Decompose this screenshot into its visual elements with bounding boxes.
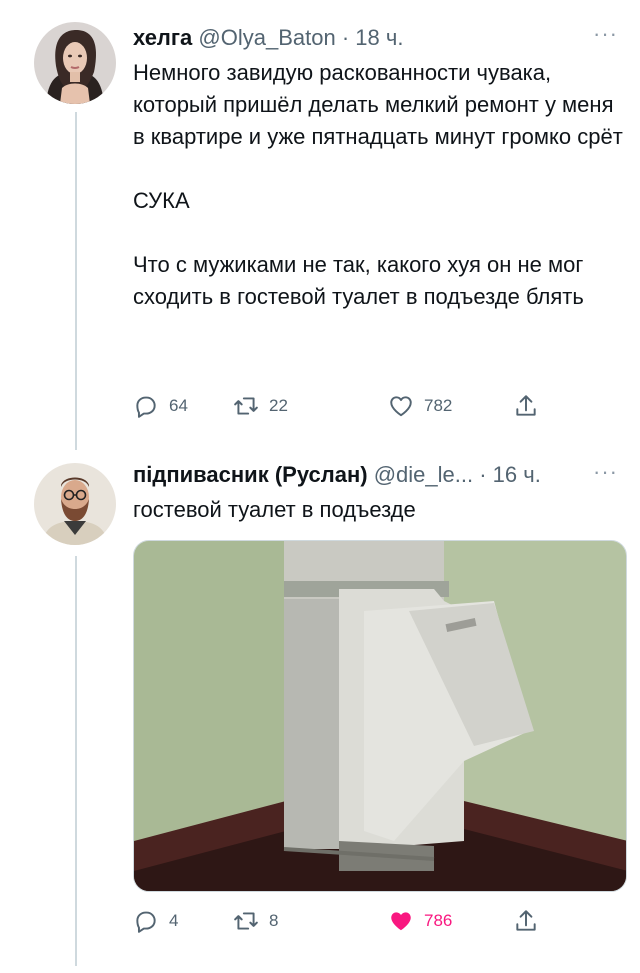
retweet-button[interactable]: 22 <box>233 393 288 419</box>
more-options-icon[interactable]: ··· <box>593 21 618 47</box>
tweet-actions: 4 8 786 <box>133 908 553 938</box>
retweet-count: 8 <box>269 911 279 930</box>
reply-button[interactable]: 4 <box>133 908 178 934</box>
tweet-paragraph: Немного завидую раскованности чувака, ко… <box>133 60 623 149</box>
separator-dot: · <box>341 25 350 50</box>
more-options-icon[interactable]: ··· <box>593 459 618 485</box>
tweet-actions: 64 22 782 <box>133 393 553 423</box>
avatar-image <box>34 22 116 104</box>
share-button[interactable] <box>513 393 539 419</box>
thread-connector-line <box>75 556 77 966</box>
display-name[interactable]: підпивасник (Руслан) <box>133 462 368 487</box>
tweet-text: Немного завидую раскованности чувака, ко… <box>133 57 623 313</box>
share-icon <box>516 910 536 931</box>
retweet-icon <box>234 397 258 415</box>
tweet-paragraph: гостевой туалет в подъезде <box>133 497 416 522</box>
user-handle[interactable]: @Olya_Baton <box>198 25 335 50</box>
user-handle[interactable]: @die_le... <box>374 462 473 487</box>
like-count: 782 <box>424 396 453 415</box>
thread-connector-line <box>75 112 77 450</box>
reply-button[interactable]: 64 <box>133 393 188 419</box>
like-icon <box>390 396 412 417</box>
tweet-header: підпивасник (Руслан) @die_le... · 16 ч. <box>133 462 541 488</box>
timestamp[interactable]: 16 ч. <box>493 462 541 487</box>
like-button[interactable]: 786 <box>388 908 452 934</box>
tweet-text: гостевой туалет в подъезде <box>133 494 623 526</box>
tweet-header: хелга @Olya_Baton · 18 ч. <box>133 25 403 51</box>
tweet-paragraph: СУКА <box>133 188 190 213</box>
garbage-chute-photo <box>134 541 626 891</box>
tweet-photo[interactable] <box>133 540 627 892</box>
timestamp[interactable]: 18 ч. <box>355 25 403 50</box>
display-name[interactable]: хелга <box>133 25 192 50</box>
separator-dot: · <box>479 462 487 487</box>
reply-icon <box>136 396 156 418</box>
reply-count: 64 <box>169 396 188 415</box>
like-count: 786 <box>424 911 453 930</box>
retweet-button[interactable]: 8 <box>233 908 278 934</box>
avatar[interactable] <box>34 22 116 104</box>
retweet-icon <box>234 912 258 930</box>
tweet-paragraph: Что с мужиками не так, какого хуя он не … <box>133 252 584 309</box>
reply-icon <box>136 911 156 933</box>
avatar-image <box>34 463 116 545</box>
like-icon-filled <box>391 912 411 931</box>
reply-count: 4 <box>169 911 179 930</box>
like-button[interactable]: 782 <box>388 393 452 419</box>
share-button[interactable] <box>513 908 539 934</box>
share-icon <box>516 395 536 416</box>
retweet-count: 22 <box>269 396 288 415</box>
avatar[interactable] <box>34 463 116 545</box>
